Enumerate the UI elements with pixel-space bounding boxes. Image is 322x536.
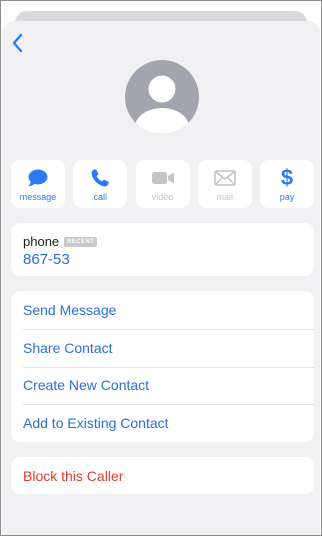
video-camera-icon	[151, 167, 175, 189]
video-label: video	[151, 192, 174, 202]
mail-label: mail	[216, 192, 233, 202]
dollar-icon: $	[281, 167, 293, 189]
contact-actions-list: Send Message Share Contact Create New Co…	[11, 291, 314, 442]
mail-button[interactable]: mail	[197, 160, 252, 208]
block-caller-button[interactable]: Block this Caller	[11, 457, 314, 494]
phone-number-link[interactable]: 867-53	[23, 251, 70, 268]
pay-button[interactable]: $ pay	[260, 160, 314, 208]
phone-label: phone	[23, 234, 60, 249]
block-card: Block this Caller	[11, 457, 314, 494]
video-button[interactable]: video	[135, 160, 190, 208]
create-new-contact-row[interactable]: Create New Contact	[11, 366, 314, 405]
share-contact-row[interactable]: Share Contact	[11, 328, 314, 367]
send-message-row[interactable]: Send Message	[11, 291, 314, 329]
message-button[interactable]: message	[11, 160, 65, 208]
screen-frame: message call video mail $ pay phone RECE…	[0, 0, 322, 536]
pay-label: pay	[279, 192, 295, 202]
call-button[interactable]: call	[73, 160, 128, 208]
phone-header: phone RECENT	[23, 234, 98, 249]
add-to-existing-contact-row[interactable]: Add to Existing Contact	[11, 404, 314, 442]
back-button[interactable]	[7, 33, 27, 57]
phone-icon	[90, 167, 110, 189]
quick-actions: message call video mail $ pay	[11, 160, 314, 208]
message-label: message	[19, 192, 57, 202]
envelope-icon	[213, 167, 236, 189]
chevron-left-icon	[11, 33, 23, 58]
phone-card: phone RECENT 867-53	[11, 223, 314, 276]
call-label: call	[93, 192, 107, 202]
avatar	[125, 60, 199, 134]
message-bubble-icon	[27, 167, 49, 189]
dollar-glyph: $	[280, 165, 294, 190]
recent-badge: RECENT	[64, 236, 98, 247]
